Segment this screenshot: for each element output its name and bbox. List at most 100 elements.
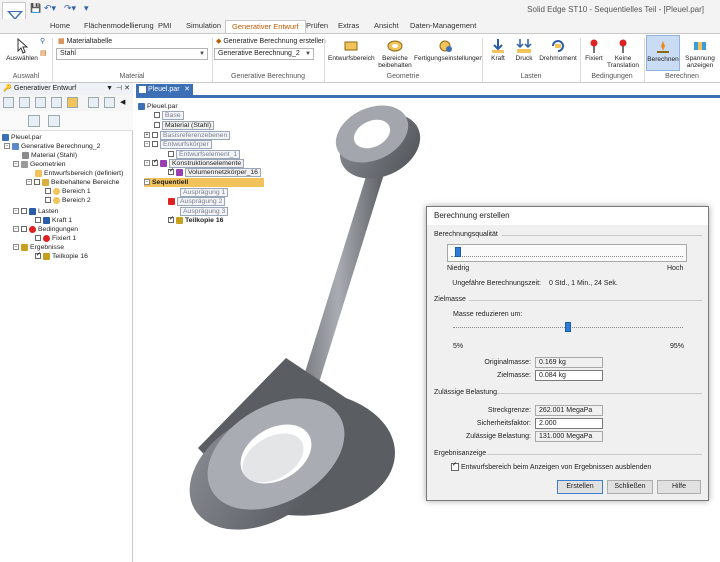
solve-button[interactable]: Berechnen	[646, 35, 680, 71]
tab-generativer-entwurf[interactable]: Generativer Entwurf	[225, 20, 306, 33]
study-icon: ◆	[216, 38, 222, 45]
sensors-tab-icon[interactable]	[35, 97, 46, 108]
tab-simulation[interactable]: Simulation	[180, 20, 227, 33]
group-material-label: Material	[119, 73, 145, 80]
collapse-icon: −	[13, 226, 19, 233]
group-berechnen-label: Berechnen	[665, 73, 699, 80]
pressure-button[interactable]: Druck	[512, 38, 536, 62]
checkbox	[45, 197, 51, 204]
tree-item[interactable]: Volumennetzkörper_16	[168, 167, 261, 177]
document-tab[interactable]: Pleuel.par ✕	[136, 84, 193, 95]
collapse-icon: −	[4, 143, 10, 150]
allowed-field: 131.000 MegaPa	[535, 431, 603, 442]
no-translation-button[interactable]: Keine Translation	[606, 38, 640, 69]
create-generative-study-button[interactable]: ◆ Generative Berechnung erstellen	[216, 37, 326, 45]
tree-item[interactable]: Ausprägung 2	[168, 197, 226, 206]
tree-item[interactable]: − Lasten	[13, 207, 58, 216]
fixed-constraint-button[interactable]: Fixiert	[582, 38, 606, 62]
generative-study-select[interactable]: Generative Berechnung_2 ▼	[214, 48, 314, 60]
select-button[interactable]: Auswählen	[4, 38, 40, 62]
undo-icon[interactable]: ↶▾	[44, 3, 56, 15]
close-icon[interactable]: ✕	[124, 83, 130, 95]
tab-daten-management[interactable]: Daten-Management	[404, 20, 482, 33]
tree-item[interactable]: − Beibehaltene Bereiche	[26, 178, 119, 187]
features-tab-icon[interactable]	[51, 97, 62, 108]
checkbox[interactable]	[451, 461, 459, 471]
tree-item[interactable]: Bereich 2	[45, 196, 91, 205]
layers-tab-icon[interactable]	[19, 97, 30, 108]
tree-item[interactable]: Base	[154, 111, 184, 120]
generative-tab-icon[interactable]	[67, 97, 78, 108]
select-mode-icon[interactable]: ▤	[40, 49, 47, 57]
target-section-label: Zielmasse	[434, 296, 466, 303]
tree-item[interactable]: − Bedingungen	[13, 225, 78, 234]
help-button[interactable]: Hilfe	[657, 480, 701, 494]
collapse-icon: −	[26, 179, 32, 186]
tab-pruefen[interactable]: Prüfen	[300, 20, 334, 33]
tree-item[interactable]: Kraft 1	[35, 216, 72, 225]
tree-item[interactable]: Entwurfselement_1	[168, 150, 241, 159]
show-stress-button[interactable]: Spannung anzeigen	[682, 38, 718, 69]
tab-extras[interactable]: Extras	[332, 20, 365, 33]
expand-all-icon[interactable]	[28, 115, 40, 127]
tree-item[interactable]: Bereich 1	[45, 187, 91, 196]
panel-menu-icon[interactable]: ▼	[106, 83, 113, 95]
chevron-right-icon[interactable]: ◀	[120, 98, 125, 106]
quick-access-menu-icon[interactable]: ▾	[84, 3, 89, 15]
group-generative-label: Generative Berechnung	[231, 73, 305, 80]
library-tab-icon[interactable]	[88, 97, 99, 108]
close-button[interactable]: Schließen	[607, 480, 653, 494]
target-mass-field[interactable]: 0.084 kg	[535, 370, 603, 381]
collapse-all-icon[interactable]	[48, 115, 60, 127]
design-space-button[interactable]: Entwurfsbereich	[328, 38, 375, 62]
tree-item[interactable]: + Basisreferenzebenen	[144, 131, 231, 140]
tree-item[interactable]: − Geometrien	[13, 160, 66, 169]
tree-item[interactable]: Material (Stahl)	[22, 151, 77, 160]
hide-design-space-checkbox[interactable]: Entwurfsbereich beim Anzeigen von Ergebn…	[451, 461, 651, 471]
close-icon[interactable]: ✕	[184, 84, 190, 95]
quality-slider[interactable]	[447, 244, 687, 262]
tree-item[interactable]: − Generative Berechnung_2	[4, 142, 100, 151]
material-table-button[interactable]: ▦ Materialtabelle	[58, 37, 112, 45]
allowed-label: Zulässige Belastung:	[466, 433, 531, 440]
torque-button[interactable]: Drehmoment	[538, 38, 578, 62]
redo-icon[interactable]: ↷▾	[64, 3, 76, 15]
tree-item[interactable]: −Konstruktionselemente	[144, 158, 245, 168]
slider-thumb[interactable]	[454, 247, 461, 257]
tree-item[interactable]: − Entwurfskörper	[144, 140, 212, 149]
keep-regions-button[interactable]: Bereiche beibehalten	[378, 38, 412, 69]
tree-item[interactable]: Pleuel.par	[2, 133, 42, 142]
safety-label: Sicherheitsfaktor:	[476, 420, 531, 427]
approx-time-label: Ungefähre Berechnungszeit:	[452, 280, 541, 287]
force-button[interactable]: Kraft	[486, 38, 510, 62]
tab-ansicht[interactable]: Ansicht	[368, 20, 405, 33]
select-filter-icon[interactable]: ⚲	[40, 37, 45, 45]
pathfinder-tab-icon[interactable]	[3, 97, 14, 108]
chevron-down-icon: ▼	[305, 51, 311, 57]
material-select[interactable]: Stahl ▼	[56, 48, 208, 60]
save-icon[interactable]: 💾	[30, 3, 41, 15]
create-button[interactable]: Erstellen	[557, 480, 603, 494]
tree-item-sequential[interactable]: − Sequentiell	[144, 178, 264, 187]
tree-item[interactable]: Material (Stahl)	[154, 121, 215, 130]
tree-item[interactable]: Ausprägung 3	[180, 207, 229, 216]
tree-item[interactable]: Entwurfsbereich (definiert)	[35, 169, 123, 178]
tree-item[interactable]: Teilkopie 16	[168, 215, 223, 225]
tree-item[interactable]: Fixiert 1	[35, 234, 76, 243]
tree-item[interactable]: Pleuel.par	[138, 102, 178, 111]
mass-reduction-slider[interactable]	[453, 321, 683, 333]
tab-pmi[interactable]: PMI	[152, 20, 177, 33]
tree-item[interactable]: Ausprägung 1	[180, 188, 229, 197]
mesh-body-icon	[176, 168, 183, 176]
tab-flaechenmodellierung[interactable]: Flächenmodellierung	[78, 20, 160, 33]
slider-thumb[interactable]	[565, 322, 571, 332]
dialog-title: Berechnung erstellen	[427, 207, 708, 225]
pin-icon[interactable]: ⊣	[116, 83, 122, 95]
tab-home[interactable]: Home	[44, 20, 76, 33]
safety-field[interactable]: 2.000	[535, 418, 603, 429]
force-arrow-icon	[492, 39, 504, 53]
family-tab-icon[interactable]	[104, 97, 115, 108]
tree-item[interactable]: Teilkopie 16	[35, 251, 88, 261]
checkbox	[152, 132, 158, 139]
manufacturing-settings-button[interactable]: Fertigungseinstellungen	[414, 38, 483, 62]
